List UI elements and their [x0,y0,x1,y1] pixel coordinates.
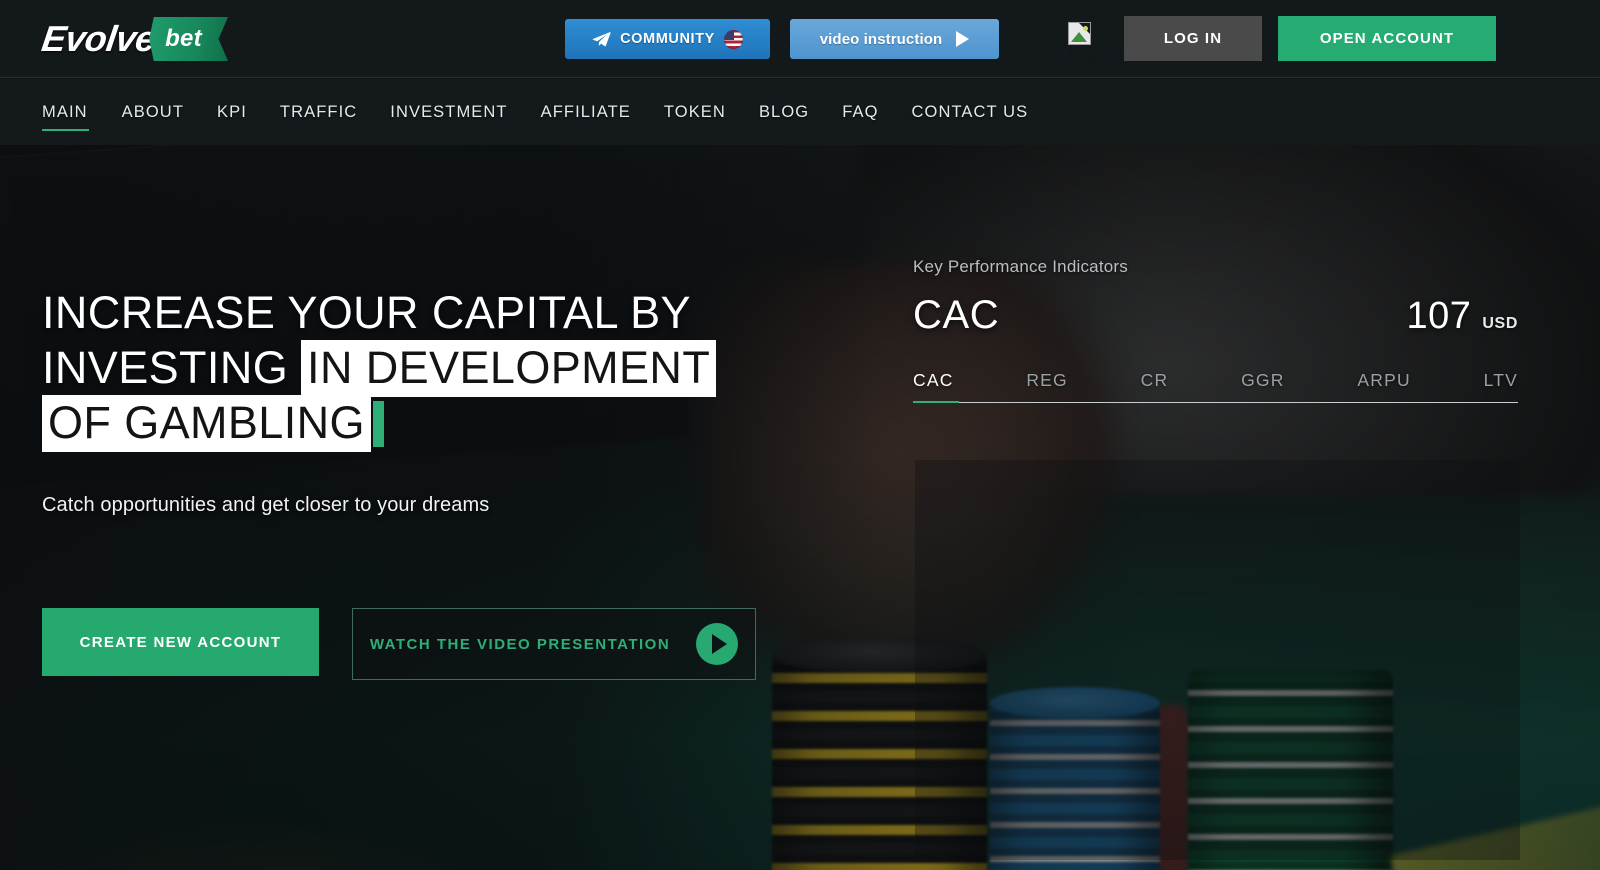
nav-item-token[interactable]: TOKEN [664,79,759,145]
kpi-selected-unit: USD [1482,315,1518,332]
nav-item-faq[interactable]: FAQ [842,79,911,145]
nav-item-main[interactable]: MAIN [42,79,122,145]
login-button[interactable]: LOG IN [1124,16,1262,61]
community-button[interactable]: COMMUNITY [565,19,770,59]
video-instruction-label: video instruction [819,30,943,48]
brand-logo-text: Evolve [39,18,159,59]
kpi-section-label: Key Performance Indicators [913,257,1128,276]
nav-list: MAIN ABOUT KPI TRAFFIC INVESTMENT AFFILI… [42,79,1061,145]
kpi-selected-name: CAC [913,293,1000,337]
watch-video-label: WATCH THE VIDEO PRESENTATION [369,635,671,653]
nav-item-contact-us[interactable]: CONTACT US [912,79,1062,145]
hero-copy: INCREASE YOUR CAPITAL BY INVESTING IN DE… [42,285,802,517]
create-new-account-button[interactable]: CREATE NEW ACCOUNT [42,608,319,676]
hero-title-line-3-highlight: OF GAMBLING [42,395,371,452]
page-root: Evolve bet COMMUNITY video instruction E… [0,0,1600,870]
video-instruction-button[interactable]: video instruction [790,19,999,59]
kpi-selected-row: CAC 107 USD [913,293,1518,338]
nav-item-affiliate[interactable]: AFFILIATE [541,79,664,145]
us-flag-icon [723,29,743,49]
kpi-tab-reg[interactable]: REG [1026,370,1068,391]
brand-logo[interactable]: Evolve bet [39,16,228,62]
broken-image-icon [1068,22,1091,45]
kpi-tab-arpu[interactable]: ARPU [1357,370,1410,391]
hero-title-caret [372,401,384,447]
hero-section: Jack INCREASE YOUR CAPITAL BY INVESTING … [0,145,1600,870]
watch-video-presentation-button[interactable]: WATCH THE VIDEO PRESENTATION [352,608,756,680]
brand-logo-badge-text: bet [165,25,202,52]
open-account-button[interactable]: OPEN ACCOUNT [1278,16,1496,61]
kpi-tab-cr[interactable]: CR [1141,370,1169,391]
top-bar: Evolve bet COMMUNITY video instruction E… [0,0,1600,78]
nav-item-about[interactable]: ABOUT [122,79,217,145]
kpi-tab-ltv[interactable]: LTV [1484,370,1518,391]
hero-title-line-2-plain: INVESTING [42,342,302,393]
main-navigation: MAIN ABOUT KPI TRAFFIC INVESTMENT AFFILI… [0,79,1600,145]
kpi-tab-cac[interactable]: CAC [913,370,954,391]
community-button-label: COMMUNITY [620,31,715,47]
nav-item-kpi[interactable]: KPI [217,79,280,145]
nav-item-investment[interactable]: INVESTMENT [390,79,540,145]
broken-image-corner [1079,23,1090,34]
kpi-tab-bar: CAC REG CR GGR ARPU LTV [913,370,1518,403]
play-icon [956,31,970,47]
kpi-widget: Key Performance Indicators CAC 107 USD C… [913,257,1518,403]
hero-title: INCREASE YOUR CAPITAL BY INVESTING IN DE… [42,285,802,452]
play-circle-icon [696,623,739,665]
hero-action-buttons: CREATE NEW ACCOUNT WATCH THE VIDEO PRESE… [42,608,756,680]
kpi-selected-value-group: 107 USD [1407,295,1519,338]
telegram-icon [592,31,611,46]
language-alt-text: English [1068,44,1124,64]
kpi-tab-ggr[interactable]: GGR [1241,370,1284,391]
brand-logo-badge: bet [149,17,228,61]
hero-title-line-1: INCREASE YOUR CAPITAL BY [42,287,691,338]
hero-title-line-2-highlight: IN DEVELOPMENT [301,340,717,397]
nav-item-traffic[interactable]: TRAFFIC [280,79,390,145]
kpi-selected-value: 107 [1406,295,1472,337]
hero-subtitle: Catch opportunities and get closer to yo… [42,494,490,516]
nav-item-blog[interactable]: BLOG [759,79,842,145]
